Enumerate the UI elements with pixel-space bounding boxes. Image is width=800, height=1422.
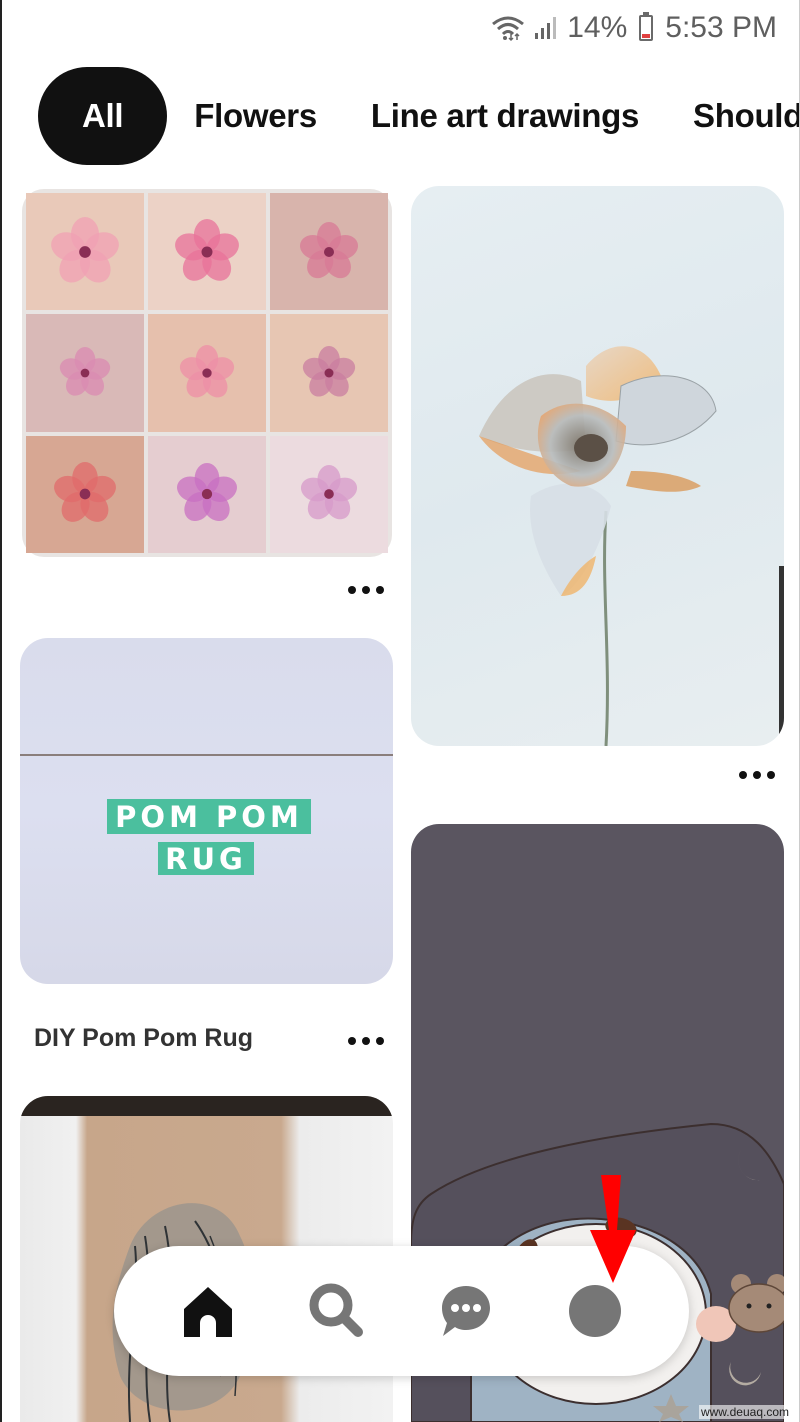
battery-percent: 14% [567, 11, 628, 44]
tattoo-thumbnail [148, 314, 266, 432]
blossom-icon [300, 465, 358, 520]
profile-avatar-icon [568, 1285, 621, 1337]
tattoo-thumbnail [270, 193, 388, 311]
nav-search-button[interactable] [297, 1271, 377, 1351]
pin-image-watercolor-flower[interactable] [411, 186, 784, 746]
tattoo-thumbnail [270, 314, 388, 432]
chip-all[interactable]: All [38, 67, 168, 165]
nav-messages-button[interactable] [426, 1271, 506, 1351]
pin-more-button[interactable] [739, 768, 775, 782]
tattoo-thumbnail [270, 435, 388, 553]
pin-image-pom-pom-rug[interactable]: POM POM RUG [20, 638, 393, 984]
blossom-icon [59, 346, 111, 396]
chip-shoulder[interactable]: Shoulder [666, 67, 799, 165]
red-arrow-annotation [590, 1175, 636, 1283]
nav-home-button[interactable] [168, 1271, 248, 1351]
image-text-line-1: POM POM [107, 799, 311, 834]
chip-flowers[interactable]: Flowers [167, 67, 344, 165]
blossom-icon [179, 344, 235, 398]
pin-more-button[interactable] [348, 583, 384, 597]
blossom-icon [51, 216, 119, 283]
chip-line-art-drawings[interactable]: Line art drawings [344, 67, 666, 165]
tattoo-thumbnail [148, 193, 266, 311]
tattoo-thumbnail [26, 435, 144, 553]
tattoo-thumbnail [26, 314, 144, 432]
search-icon [309, 1283, 364, 1337]
blossom-icon [302, 345, 356, 397]
home-icon [184, 1287, 233, 1337]
chat-icon [441, 1286, 490, 1336]
blossom-icon [175, 218, 239, 281]
signal-icon [535, 17, 557, 39]
tattoo-thumbnail [148, 435, 266, 553]
watermark: www.deuaq.com [698, 1405, 791, 1419]
flower-illustration [479, 346, 784, 746]
clock: 5:53 PM [665, 11, 777, 44]
blossom-icon [54, 462, 116, 523]
tattoo-thumbnail [26, 193, 144, 311]
blossom-icon [299, 221, 359, 278]
wood-plank-line [20, 754, 393, 756]
pin-image-cherry-blossom-tattoos[interactable] [22, 189, 392, 557]
battery-icon [639, 12, 654, 41]
pin-title[interactable]: DIY Pom Pom Rug [34, 1024, 253, 1053]
filter-chips: All Flowers Line art drawings Shoulder [38, 67, 799, 165]
blossom-icon [177, 463, 237, 522]
status-bar: 14% 5:53 PM [2, 0, 799, 56]
pin-more-button[interactable] [348, 1034, 384, 1048]
wifi-icon [492, 16, 525, 42]
image-text-line-2: RUG [158, 842, 254, 876]
